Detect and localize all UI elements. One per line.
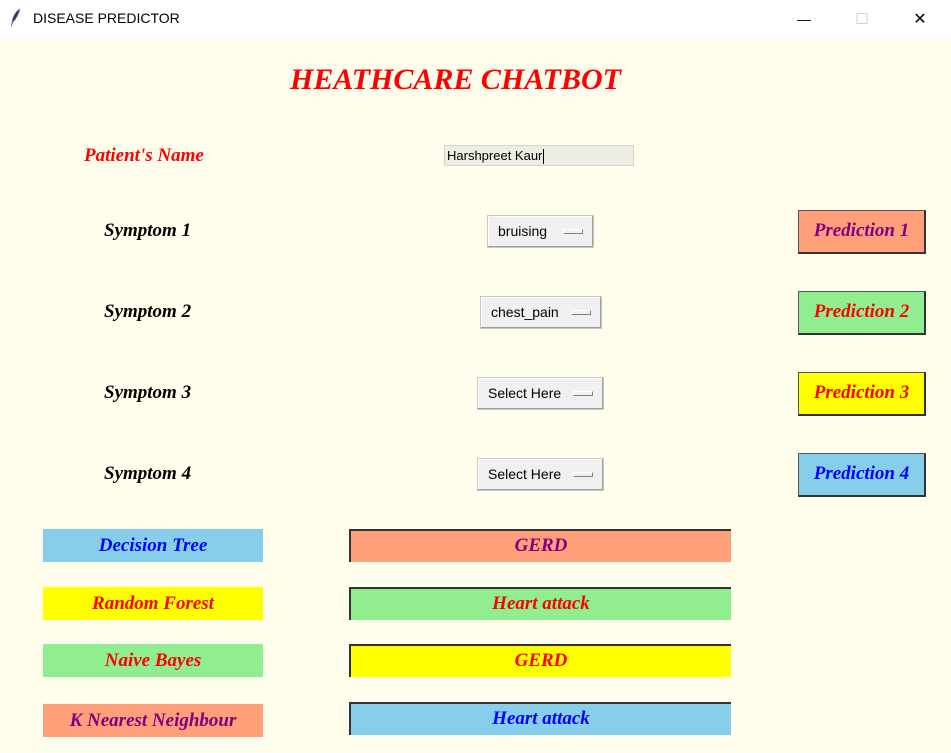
prediction-3-button[interactable]: Prediction 3 bbox=[798, 372, 926, 416]
symptom-1-dropdown[interactable]: bruising bbox=[487, 215, 594, 248]
symptom-2-label: Symptom 2 bbox=[104, 301, 192, 322]
window-title: DISEASE PREDICTOR bbox=[33, 10, 180, 26]
prediction-1-button[interactable]: Prediction 1 bbox=[798, 210, 926, 254]
patient-name-value: Harshpreet Kaur bbox=[447, 148, 543, 163]
title-bar: DISEASE PREDICTOR — ☐ ✕ bbox=[0, 0, 951, 38]
dropdown-indicator-icon bbox=[573, 391, 593, 396]
maximize-button[interactable]: ☐ bbox=[833, 0, 891, 38]
symptom-2-dropdown[interactable]: chest_pain bbox=[480, 296, 602, 329]
close-button[interactable]: ✕ bbox=[891, 0, 949, 38]
symptom-3-label: Symptom 3 bbox=[104, 382, 192, 403]
symptom-4-label: Symptom 4 bbox=[104, 463, 192, 484]
symptom-4-value: Select Here bbox=[488, 466, 562, 482]
symptom-1-label: Symptom 1 bbox=[104, 220, 192, 241]
algorithm-label-random-forest: Random Forest bbox=[43, 587, 263, 620]
page-title: HEATHCARE CHATBOT bbox=[290, 63, 621, 96]
minimize-icon: — bbox=[797, 11, 811, 27]
symptom-1-value: bruising bbox=[498, 223, 548, 239]
symptom-3-dropdown[interactable]: Select Here bbox=[477, 377, 604, 410]
algorithm-label-naive-bayes: Naive Bayes bbox=[43, 644, 263, 677]
symptom-4-dropdown[interactable]: Select Here bbox=[477, 458, 604, 491]
feather-icon bbox=[10, 8, 21, 28]
patient-name-label: Patient's Name bbox=[84, 145, 204, 166]
result-field-random-forest: Heart attack bbox=[349, 587, 731, 620]
prediction-4-button[interactable]: Prediction 4 bbox=[798, 453, 926, 497]
patient-name-input[interactable]: Harshpreet Kaur bbox=[444, 145, 634, 166]
dropdown-indicator-icon bbox=[571, 310, 591, 315]
result-field-decision-tree: GERD bbox=[349, 529, 731, 562]
symptom-2-value: chest_pain bbox=[491, 304, 559, 320]
result-field-knn: Heart attack bbox=[349, 702, 731, 735]
dropdown-indicator-icon bbox=[563, 229, 583, 234]
prediction-2-button[interactable]: Prediction 2 bbox=[798, 291, 926, 335]
close-icon: ✕ bbox=[913, 11, 927, 28]
dropdown-indicator-icon bbox=[573, 472, 593, 477]
algorithm-label-decision-tree: Decision Tree bbox=[43, 529, 263, 562]
text-cursor bbox=[543, 149, 545, 165]
maximize-icon: ☐ bbox=[855, 11, 869, 28]
algorithm-label-knn: K Nearest Neighbour bbox=[43, 704, 263, 737]
symptom-3-value: Select Here bbox=[488, 385, 562, 401]
result-field-naive-bayes: GERD bbox=[349, 644, 731, 677]
minimize-button[interactable]: — bbox=[775, 0, 833, 38]
